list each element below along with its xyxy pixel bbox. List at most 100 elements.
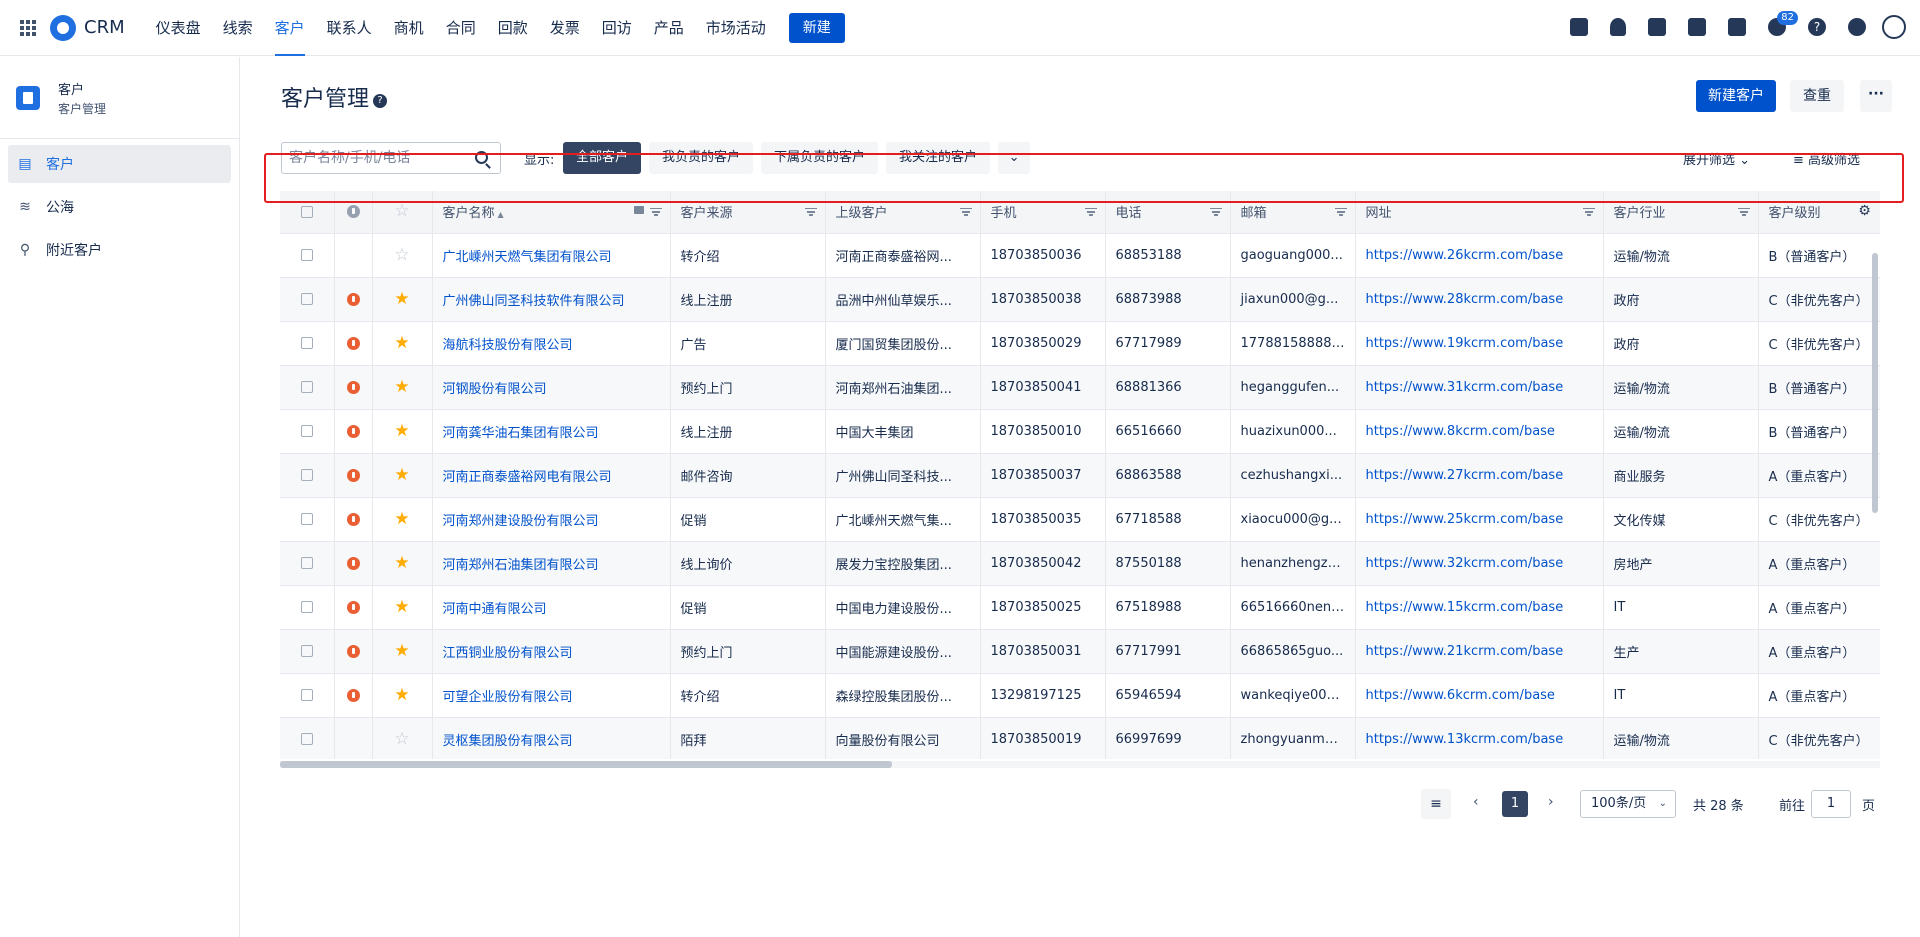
- nav-dashboard[interactable]: 仪表盘: [145, 0, 212, 56]
- horizontal-scrollbar[interactable]: [280, 761, 892, 768]
- filter-icon[interactable]: [1334, 208, 1347, 216]
- row-checkbox[interactable]: [280, 365, 335, 410]
- filter-followed-customers[interactable]: 我关注的客户: [886, 142, 991, 174]
- col-header-name[interactable]: 客户名称 ▲: [432, 191, 671, 234]
- filter-icon[interactable]: [804, 208, 817, 216]
- nav-customers[interactable]: 客户: [264, 0, 316, 56]
- more-button[interactable]: ···: [1860, 80, 1892, 112]
- star-outline-icon[interactable]: ☆: [372, 717, 433, 759]
- dedupe-button[interactable]: 查重: [1790, 80, 1844, 112]
- advanced-filter-button[interactable]: ≡ 高级筛选: [1793, 149, 1860, 168]
- new-button[interactable]: 新建: [788, 12, 845, 43]
- sidebar-item-public-pool[interactable]: ≋ 公海: [8, 188, 231, 226]
- cell-url[interactable]: https://www.31kcrm.com/base: [1355, 365, 1604, 410]
- table-row[interactable]: ★ 可望企业股份有限公司 转介绍 森绿控股集团股份... 13298197125 6594…: [280, 673, 1880, 718]
- sidebar-item-nearby[interactable]: ⚲ 附近客户: [8, 231, 231, 269]
- column-settings-icon[interactable]: ⚙: [1849, 191, 1879, 232]
- chevron-right-icon[interactable]: ›: [1548, 794, 1554, 810]
- cell-url[interactable]: https://www.25kcrm.com/base: [1355, 497, 1604, 542]
- row-checkbox[interactable]: [280, 541, 335, 586]
- row-checkbox[interactable]: [280, 277, 335, 322]
- question-icon[interactable]: ?: [373, 94, 388, 108]
- sort-icon[interactable]: ▲: [498, 210, 504, 219]
- cell-name[interactable]: 河南正商泰盛裕网电有限公司: [432, 453, 671, 498]
- nav-payments[interactable]: 回款: [487, 0, 539, 56]
- nav-products[interactable]: 产品: [643, 0, 695, 56]
- table-row[interactable]: ★ 河南中通有限公司 促销 中国电力建设股份... 18703850025 6751898…: [280, 585, 1880, 630]
- col-header-url[interactable]: 网址: [1355, 191, 1604, 234]
- bell-icon[interactable]: 82: [1768, 11, 1798, 36]
- cell-url[interactable]: https://www.26kcrm.com/base: [1355, 233, 1604, 278]
- gear-icon[interactable]: [1848, 18, 1866, 36]
- row-checkbox[interactable]: [280, 717, 335, 759]
- filter-icon[interactable]: [1209, 208, 1222, 216]
- col-header-source[interactable]: 客户来源: [670, 191, 826, 234]
- star-filled-icon[interactable]: ★: [372, 541, 433, 586]
- user-icon[interactable]: [1610, 18, 1626, 36]
- expand-filter-button[interactable]: 展开筛选 ⌄: [1683, 149, 1750, 168]
- filter-all-customers[interactable]: 全部客户: [563, 142, 642, 174]
- select-all-checkbox[interactable]: [280, 191, 335, 234]
- table-row[interactable]: ★ 河南郑州建设股份有限公司 促销 广北嵊州天燃气集... 18703850035 677…: [280, 497, 1880, 542]
- col-header-level[interactable]: 客户级别 ⚙: [1758, 191, 1880, 234]
- cell-url[interactable]: https://www.28kcrm.com/base: [1355, 277, 1604, 322]
- cell-url[interactable]: https://www.32kcrm.com/base: [1355, 541, 1604, 586]
- table-row[interactable]: ★ 海航科技股份有限公司 广告 厦门国贸集团股份... 18703850029 67717…: [280, 321, 1880, 366]
- nav-invoices[interactable]: 发票: [539, 0, 591, 56]
- unlock-icon[interactable]: [633, 206, 644, 214]
- table-row[interactable]: ★ 河南郑州石油集团有限公司 线上询价 展发力宝控股集团... 18703850042 8…: [280, 541, 1880, 586]
- task-check-icon[interactable]: [1570, 18, 1588, 36]
- row-checkbox[interactable]: [280, 629, 335, 674]
- cell-url[interactable]: https://www.27kcrm.com/base: [1355, 453, 1604, 498]
- nav-opportunities[interactable]: 商机: [383, 0, 435, 56]
- filter-icon[interactable]: [649, 208, 662, 216]
- star-filled-icon[interactable]: ★: [372, 409, 433, 454]
- filter-icon[interactable]: [1084, 208, 1097, 216]
- vertical-scrollbar[interactable]: [1872, 253, 1878, 513]
- table-row[interactable]: ★ 江西铜业股份有限公司 预约上门 中国能源建设股份... 18703850031 677…: [280, 629, 1880, 674]
- star-filled-icon[interactable]: ★: [372, 365, 433, 410]
- cell-name[interactable]: 河南郑州建设股份有限公司: [432, 497, 671, 542]
- col-header-parent[interactable]: 上级客户: [825, 191, 981, 234]
- row-checkbox[interactable]: [280, 673, 335, 718]
- current-page[interactable]: 1: [1502, 791, 1528, 817]
- table-row[interactable]: ★ 广州佛山同圣科技软件有限公司 线上注册 品洲中州仙草娱乐... 1870385003…: [280, 277, 1880, 322]
- goto-page-input[interactable]: 1: [1811, 790, 1851, 818]
- cell-name[interactable]: 可望企业股份有限公司: [432, 673, 671, 718]
- filter-my-customers[interactable]: 我负责的客户: [649, 142, 754, 174]
- chevron-left-icon[interactable]: ‹: [1473, 794, 1479, 810]
- table-row[interactable]: ☆ 广北嵊州天燃气集团有限公司 转介绍 河南正商泰盛裕网... 18703850036 6…: [280, 233, 1880, 278]
- cell-name[interactable]: 江西铜业股份有限公司: [432, 629, 671, 674]
- search-icon[interactable]: [475, 151, 488, 164]
- cell-url[interactable]: https://www.21kcrm.com/base: [1355, 629, 1604, 674]
- search-input[interactable]: 客户名称/手机/电话: [281, 142, 501, 174]
- cell-name[interactable]: 河南中通有限公司: [432, 585, 671, 630]
- help-icon[interactable]: ?: [1808, 18, 1826, 36]
- star-filled-icon[interactable]: ★: [372, 453, 433, 498]
- star-outline-icon[interactable]: ☆: [372, 233, 433, 278]
- row-checkbox[interactable]: [280, 453, 335, 498]
- cell-name[interactable]: 灵枢集团股份有限公司: [432, 717, 671, 759]
- cell-url[interactable]: https://www.19kcrm.com/base: [1355, 321, 1604, 366]
- phone-icon[interactable]: [1688, 18, 1706, 36]
- star-filled-icon[interactable]: ★: [372, 673, 433, 718]
- nav-contracts[interactable]: 合同: [435, 0, 487, 56]
- filter-icon[interactable]: [1737, 208, 1750, 216]
- col-header-mobile[interactable]: 手机: [980, 191, 1106, 234]
- filter-icon[interactable]: [959, 208, 972, 216]
- nav-contacts[interactable]: 联系人: [316, 0, 383, 56]
- cell-name[interactable]: 广州佛山同圣科技软件有限公司: [432, 277, 671, 322]
- row-checkbox[interactable]: [280, 585, 335, 630]
- chevron-down-icon[interactable]: ⌄: [998, 142, 1031, 174]
- col-header-industry[interactable]: 客户行业: [1603, 191, 1759, 234]
- nav-marketing[interactable]: 市场活动: [695, 0, 777, 56]
- star-filled-icon[interactable]: ★: [372, 321, 433, 366]
- row-checkbox[interactable]: [280, 321, 335, 366]
- cell-name[interactable]: 河南郑州石油集团有限公司: [432, 541, 671, 586]
- table-row[interactable]: ★ 河南龚华油石集团有限公司 线上注册 中国大丰集团 18703850010 665166…: [280, 409, 1880, 454]
- star-filled-icon[interactable]: ★: [372, 497, 433, 542]
- row-checkbox[interactable]: [280, 233, 335, 278]
- cell-url[interactable]: https://www.6kcrm.com/base: [1355, 673, 1604, 718]
- table-row[interactable]: ★ 河钢股份有限公司 预约上门 河南郑州石油集团... 18703850041 68881…: [280, 365, 1880, 410]
- star-filled-icon[interactable]: ★: [372, 629, 433, 674]
